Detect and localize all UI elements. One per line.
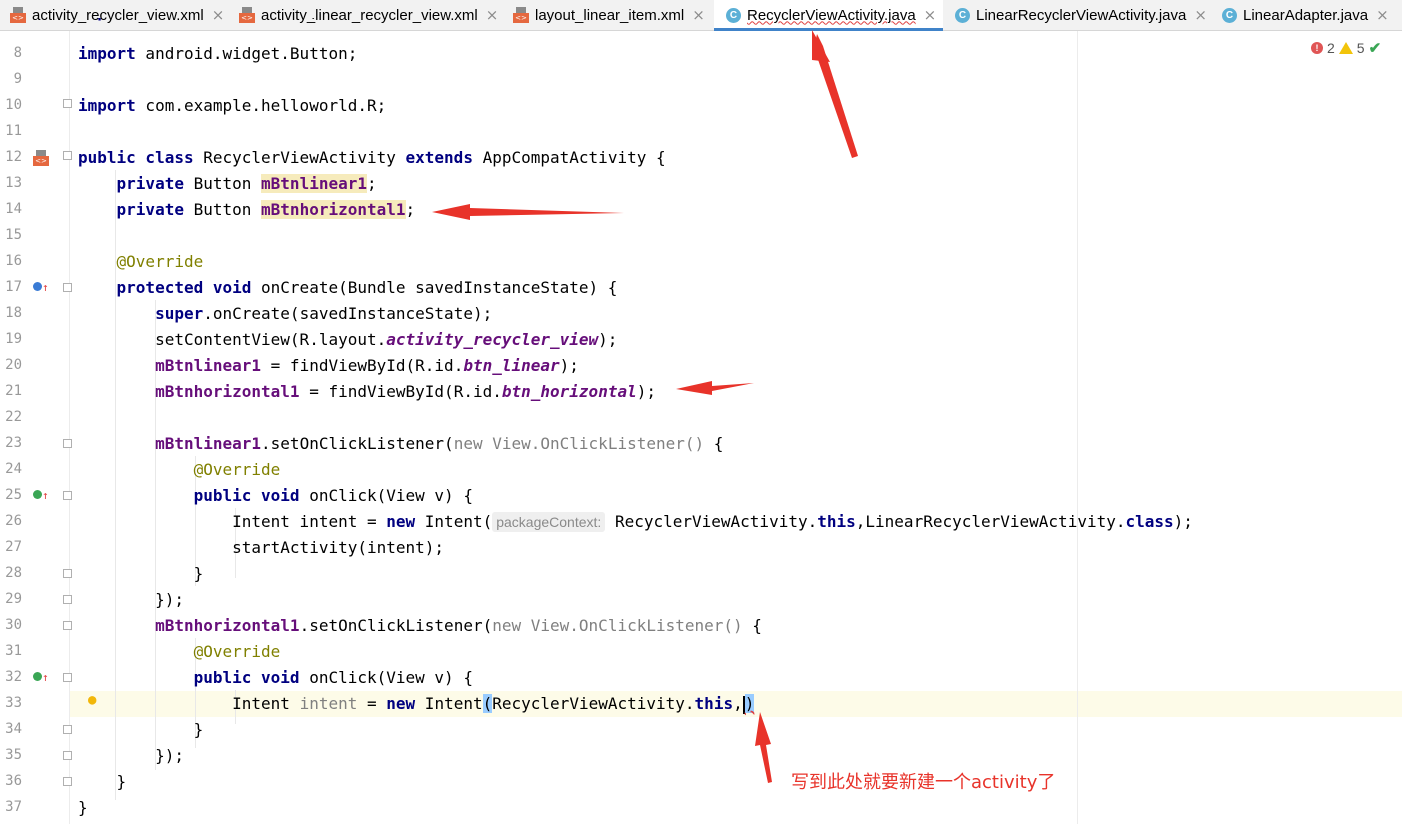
implement-method-icon[interactable]: ↑ bbox=[33, 489, 49, 502]
tab-recycler-view-activity-java[interactable]: C RecyclerViewActivity.java × bbox=[714, 0, 943, 31]
line-number: 21 bbox=[5, 383, 22, 399]
code-line-34: } bbox=[193, 720, 204, 739]
line-number: 33 bbox=[5, 695, 22, 711]
code-line-27: startActivity(intent); bbox=[232, 538, 445, 557]
code-line-23: mBtnlinear1.setOnClickListener(new View.… bbox=[155, 434, 724, 453]
code-line-18: super.onCreate(savedInstanceState); bbox=[155, 304, 493, 323]
code-line-32: public void onClick(View v) { bbox=[193, 668, 473, 687]
java-class-icon: C bbox=[955, 7, 970, 23]
line-number: 11 bbox=[5, 123, 22, 139]
line-number: 24 bbox=[5, 461, 22, 477]
tab-layout-linear-item-xml[interactable]: <> layout_linear_item.xml × bbox=[513, 0, 705, 30]
tab-label: layout_linear_item.xml bbox=[535, 6, 685, 24]
close-icon[interactable]: × bbox=[1194, 6, 1207, 24]
line-number: 9 bbox=[13, 71, 22, 87]
line-number: 36 bbox=[5, 773, 22, 789]
code-line-24: @Override bbox=[193, 460, 281, 479]
code-line-31: @Override bbox=[193, 642, 281, 661]
layout-file-icon[interactable]: <> bbox=[33, 150, 49, 166]
override-method-icon[interactable]: ↑ bbox=[33, 281, 49, 294]
code-line-19: setContentView(R.layout.activity_recycle… bbox=[155, 330, 618, 349]
line-number: 35 bbox=[5, 747, 22, 763]
line-number: 8 bbox=[13, 45, 22, 61]
code-line-20: mBtnlinear1 = findViewById(R.id.btn_line… bbox=[155, 356, 579, 375]
line-number: 16 bbox=[5, 253, 22, 269]
line-number: 29 bbox=[5, 591, 22, 607]
code-line-7: import android.view.View; bbox=[78, 18, 319, 31]
code-line-21: mBtnhorizontal1 = findViewById(R.id.btn_… bbox=[155, 382, 656, 401]
line-number: 22 bbox=[5, 409, 22, 425]
code-line-14: private Button mBtnhorizontal1; bbox=[116, 200, 416, 219]
code-line-26: Intent intent = new Intent(packageContex… bbox=[232, 512, 1193, 532]
tab-label: LinearRecyclerViewActivity.java bbox=[976, 6, 1187, 24]
line-number: 23 bbox=[5, 435, 22, 451]
tab-linear-adapter-java[interactable]: C LinearAdapter.java × bbox=[1222, 0, 1389, 30]
tab-linear-recycler-view-activity-java[interactable]: C LinearRecyclerViewActivity.java × bbox=[955, 0, 1207, 30]
line-number: 26 bbox=[5, 513, 22, 529]
code-line-25: public void onClick(View v) { bbox=[193, 486, 473, 505]
java-class-icon: C bbox=[1222, 7, 1237, 23]
line-number: 30 bbox=[5, 617, 22, 633]
close-icon[interactable]: × bbox=[924, 6, 937, 24]
line-number: 34 bbox=[5, 721, 22, 737]
line-number: 25 bbox=[5, 487, 22, 503]
code-line-35: }); bbox=[155, 746, 184, 765]
code-editor[interactable]: import android.view.View; import android… bbox=[70, 18, 1402, 824]
line-number: 12 bbox=[5, 149, 22, 165]
code-line-29: }); bbox=[155, 590, 184, 609]
code-line-10: import com.example.helloworld.R; bbox=[78, 96, 387, 115]
close-icon[interactable]: × bbox=[692, 6, 705, 24]
code-line-16: @Override bbox=[116, 252, 204, 271]
line-number: 28 bbox=[5, 565, 22, 581]
xml-layout-icon: <> bbox=[513, 7, 529, 23]
line-number: 14 bbox=[5, 201, 22, 217]
parameter-hint: packageContext: bbox=[492, 512, 606, 532]
line-number: 18 bbox=[5, 305, 22, 321]
code-line-12: public class RecyclerViewActivity extend… bbox=[78, 148, 666, 167]
line-number: 15 bbox=[5, 227, 22, 243]
line-number: 17 bbox=[5, 279, 22, 295]
line-number: 13 bbox=[5, 175, 22, 191]
line-number: 10 bbox=[5, 97, 22, 113]
line-number: 37 bbox=[5, 799, 22, 815]
close-icon[interactable]: × bbox=[486, 6, 499, 24]
line-number: 19 bbox=[5, 331, 22, 347]
tab-label: RecyclerViewActivity.java bbox=[747, 6, 916, 24]
code-line-28: } bbox=[193, 564, 204, 583]
line-number: 27 bbox=[5, 539, 22, 555]
code-line-37: } bbox=[78, 798, 88, 817]
code-line-33: Intent intent = new Intent(RecyclerViewA… bbox=[232, 694, 755, 714]
code-line-30: mBtnhorizontal1.setOnClickListener(new V… bbox=[155, 616, 762, 635]
xml-layout-icon: <> bbox=[10, 7, 26, 23]
close-icon[interactable]: × bbox=[1376, 6, 1389, 24]
implement-method-icon[interactable]: ↑ bbox=[33, 671, 49, 684]
code-line-8: import android.widget.Button; bbox=[78, 44, 358, 63]
tab-label: LinearAdapter.java bbox=[1243, 6, 1369, 24]
annotation-note: 写到此处就要新建一个activity了 bbox=[791, 772, 1056, 793]
code-line-17: protected void onCreate(Bundle savedInst… bbox=[116, 278, 618, 297]
code-line-13: private Button mBtnlinear1; bbox=[116, 174, 377, 193]
code-line-36: } bbox=[116, 772, 127, 791]
java-class-icon: C bbox=[726, 7, 741, 23]
line-number: 32 bbox=[5, 669, 22, 685]
line-number: 20 bbox=[5, 357, 22, 373]
line-number: 31 bbox=[5, 643, 22, 659]
